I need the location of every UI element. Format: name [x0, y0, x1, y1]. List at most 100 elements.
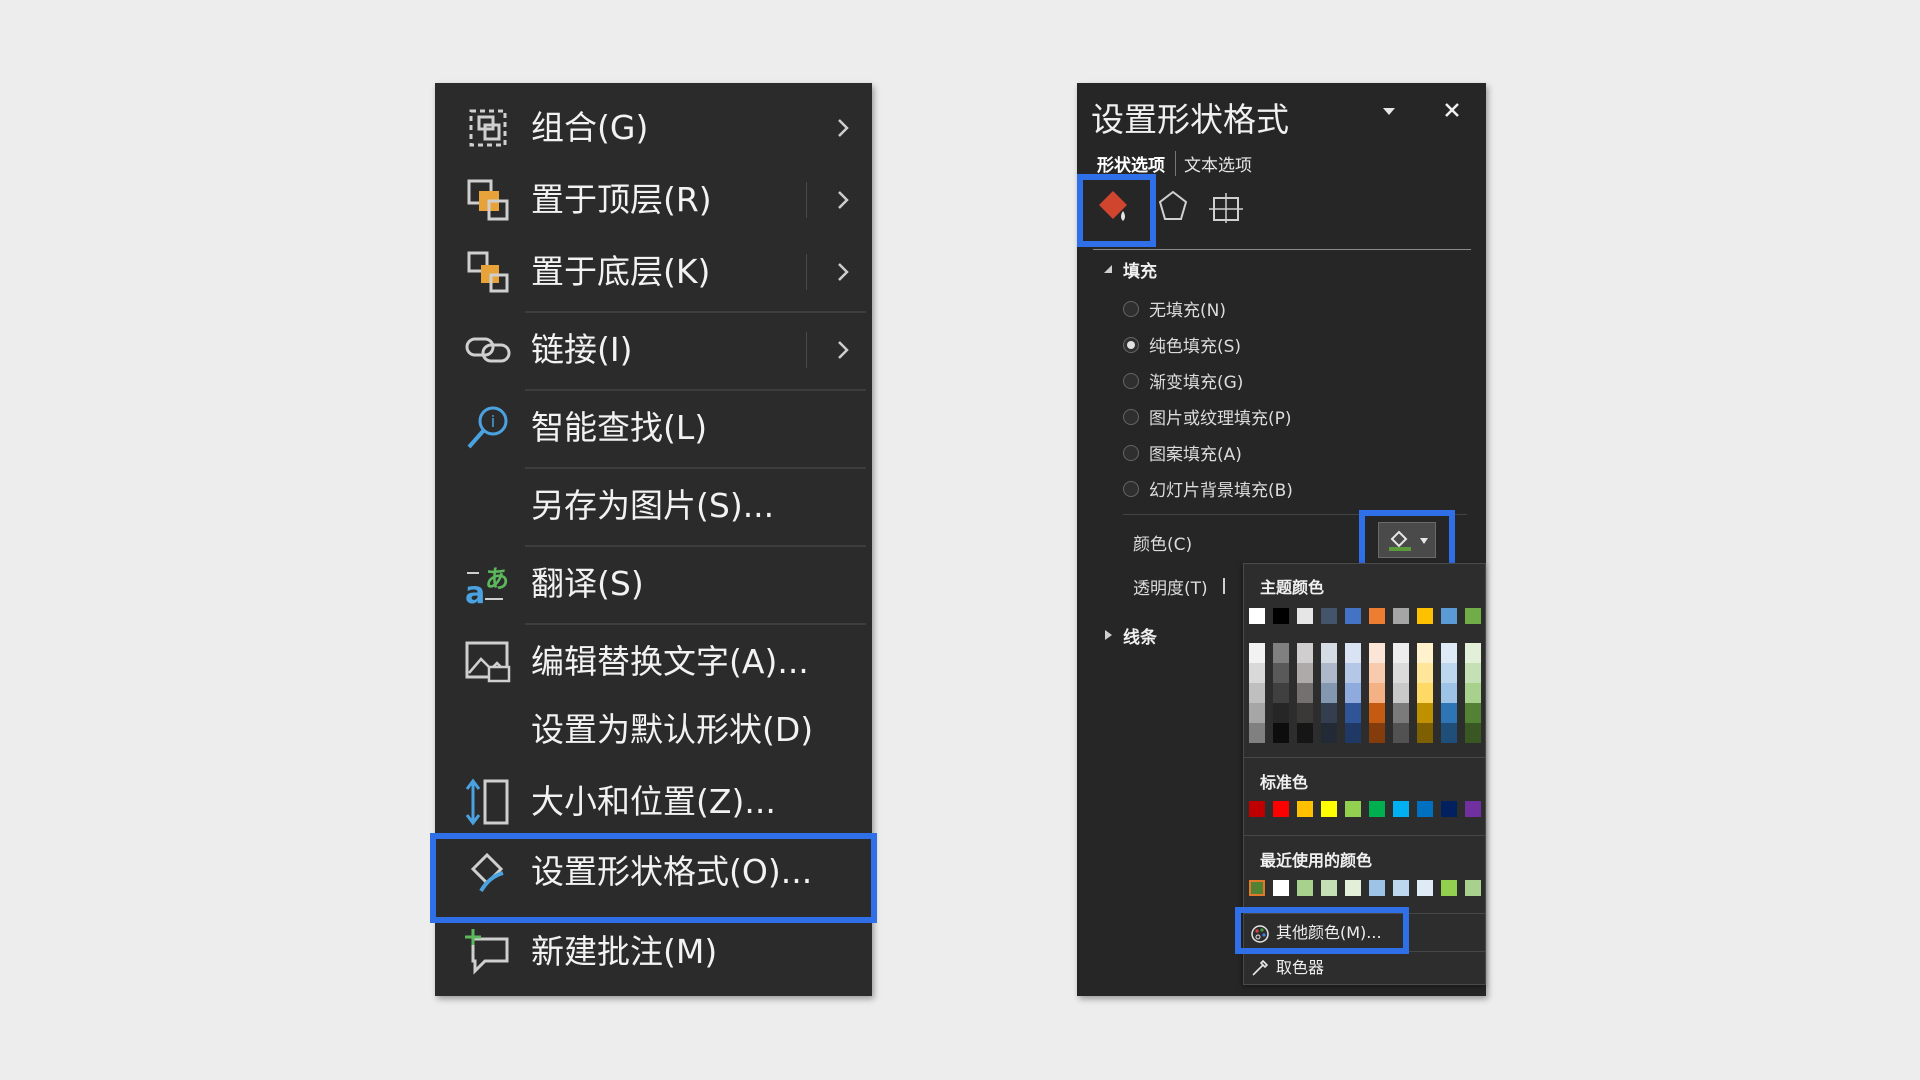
color-swatch[interactable] [1369, 643, 1385, 663]
size-properties-icon[interactable] [1209, 191, 1243, 223]
color-swatch[interactable] [1345, 703, 1361, 723]
radio-solid-fill[interactable]: 纯色填充(S) [1123, 332, 1241, 362]
color-swatch[interactable] [1345, 643, 1361, 663]
tab-shape-options[interactable]: 形状选项 [1097, 151, 1176, 176]
radio-button[interactable] [1123, 373, 1139, 389]
color-swatch[interactable] [1249, 643, 1265, 663]
color-swatch[interactable] [1345, 723, 1361, 743]
color-swatch[interactable] [1249, 703, 1265, 723]
fill-section-header[interactable]: 填充 [1123, 257, 1157, 282]
dropdown-icon[interactable] [1381, 105, 1397, 117]
color-swatch[interactable] [1321, 663, 1337, 683]
color-swatch[interactable] [1345, 801, 1361, 817]
color-swatch[interactable] [1273, 643, 1289, 663]
expand-arrow-icon[interactable] [1103, 629, 1113, 641]
color-swatch[interactable] [1465, 723, 1481, 743]
tab-text-options[interactable]: 文本选项 [1184, 151, 1262, 176]
color-swatch[interactable] [1369, 703, 1385, 723]
color-swatch[interactable] [1393, 703, 1409, 723]
menu-item-save-as-picture[interactable]: 另存为图片(S)... [435, 471, 872, 541]
color-swatch[interactable] [1297, 643, 1313, 663]
color-swatch[interactable] [1393, 663, 1409, 683]
color-swatch[interactable] [1297, 608, 1313, 624]
color-swatch[interactable] [1417, 723, 1433, 743]
color-swatch[interactable] [1345, 608, 1361, 624]
color-swatch[interactable] [1465, 608, 1481, 624]
radio-button[interactable] [1123, 301, 1139, 317]
color-swatch[interactable] [1321, 801, 1337, 817]
menu-item-smart-lookup[interactable]: i 智能查找(L) [435, 393, 872, 463]
transparency-slider[interactable] [1223, 578, 1225, 594]
color-swatch[interactable] [1465, 663, 1481, 683]
radio-no-fill[interactable]: 无填充(N) [1123, 296, 1226, 326]
color-swatch[interactable] [1441, 703, 1457, 723]
color-swatch[interactable] [1441, 643, 1457, 663]
color-swatch[interactable] [1273, 663, 1289, 683]
color-swatch[interactable] [1465, 801, 1481, 817]
color-swatch[interactable] [1393, 880, 1409, 896]
color-swatch[interactable] [1345, 663, 1361, 683]
radio-picture-fill[interactable]: 图片或纹理填充(P) [1123, 404, 1292, 434]
color-swatch[interactable] [1369, 608, 1385, 624]
close-icon[interactable] [1443, 101, 1461, 119]
color-swatch[interactable] [1297, 683, 1313, 703]
radio-slide-background-fill[interactable]: 幻灯片背景填充(B) [1123, 476, 1293, 506]
menu-item-link[interactable]: 链接(I) [435, 315, 872, 385]
color-swatch[interactable] [1369, 880, 1385, 896]
menu-item-bring-to-front[interactable]: 置于顶层(R) [435, 165, 872, 235]
color-swatch[interactable] [1441, 683, 1457, 703]
color-swatch[interactable] [1417, 801, 1433, 817]
color-swatch[interactable] [1297, 880, 1313, 896]
menu-item-size-position[interactable]: 大小和位置(Z)... [435, 767, 872, 837]
color-swatch[interactable] [1369, 801, 1385, 817]
color-swatch[interactable] [1369, 663, 1385, 683]
color-swatch[interactable] [1417, 880, 1433, 896]
color-swatch[interactable] [1249, 880, 1265, 896]
radio-button[interactable] [1123, 481, 1139, 497]
color-swatch[interactable] [1417, 703, 1433, 723]
color-swatch[interactable] [1345, 683, 1361, 703]
color-swatch[interactable] [1273, 801, 1289, 817]
color-swatch[interactable] [1249, 683, 1265, 703]
radio-pattern-fill[interactable]: 图案填充(A) [1123, 440, 1242, 470]
color-swatch[interactable] [1369, 683, 1385, 703]
color-swatch[interactable] [1417, 608, 1433, 624]
line-section-header[interactable]: 线条 [1123, 623, 1157, 648]
color-swatch[interactable] [1441, 723, 1457, 743]
color-swatch[interactable] [1321, 880, 1337, 896]
color-swatch[interactable] [1297, 801, 1313, 817]
color-swatch[interactable] [1321, 703, 1337, 723]
radio-button[interactable] [1123, 445, 1139, 461]
color-swatch[interactable] [1393, 801, 1409, 817]
color-swatch[interactable] [1417, 683, 1433, 703]
eyedropper-button[interactable]: 取色器 [1244, 952, 1485, 984]
color-swatch[interactable] [1441, 608, 1457, 624]
color-swatch[interactable] [1249, 608, 1265, 624]
color-swatch[interactable] [1465, 643, 1481, 663]
color-swatch[interactable] [1321, 683, 1337, 703]
color-swatch[interactable] [1417, 663, 1433, 683]
color-swatch[interactable] [1441, 801, 1457, 817]
color-swatch[interactable] [1321, 608, 1337, 624]
color-swatch[interactable] [1393, 683, 1409, 703]
color-swatch[interactable] [1441, 880, 1457, 896]
effects-icon[interactable] [1157, 189, 1189, 223]
color-swatch[interactable] [1273, 608, 1289, 624]
color-swatch[interactable] [1321, 723, 1337, 743]
color-swatch[interactable] [1249, 723, 1265, 743]
radio-button[interactable] [1123, 337, 1139, 353]
color-swatch[interactable] [1321, 643, 1337, 663]
color-swatch[interactable] [1393, 643, 1409, 663]
color-swatch[interactable] [1297, 703, 1313, 723]
menu-item-translate[interactable]: aあ 翻译(S) [435, 549, 872, 619]
color-swatch[interactable] [1465, 703, 1481, 723]
collapse-arrow-icon[interactable] [1103, 264, 1113, 274]
color-swatch[interactable] [1369, 723, 1385, 743]
color-swatch[interactable] [1273, 880, 1289, 896]
color-swatch[interactable] [1273, 683, 1289, 703]
menu-item-alt-text[interactable]: 编辑替换文字(A)... [435, 627, 872, 697]
color-swatch[interactable] [1465, 683, 1481, 703]
color-swatch[interactable] [1465, 880, 1481, 896]
color-swatch[interactable] [1273, 703, 1289, 723]
color-swatch[interactable] [1417, 643, 1433, 663]
